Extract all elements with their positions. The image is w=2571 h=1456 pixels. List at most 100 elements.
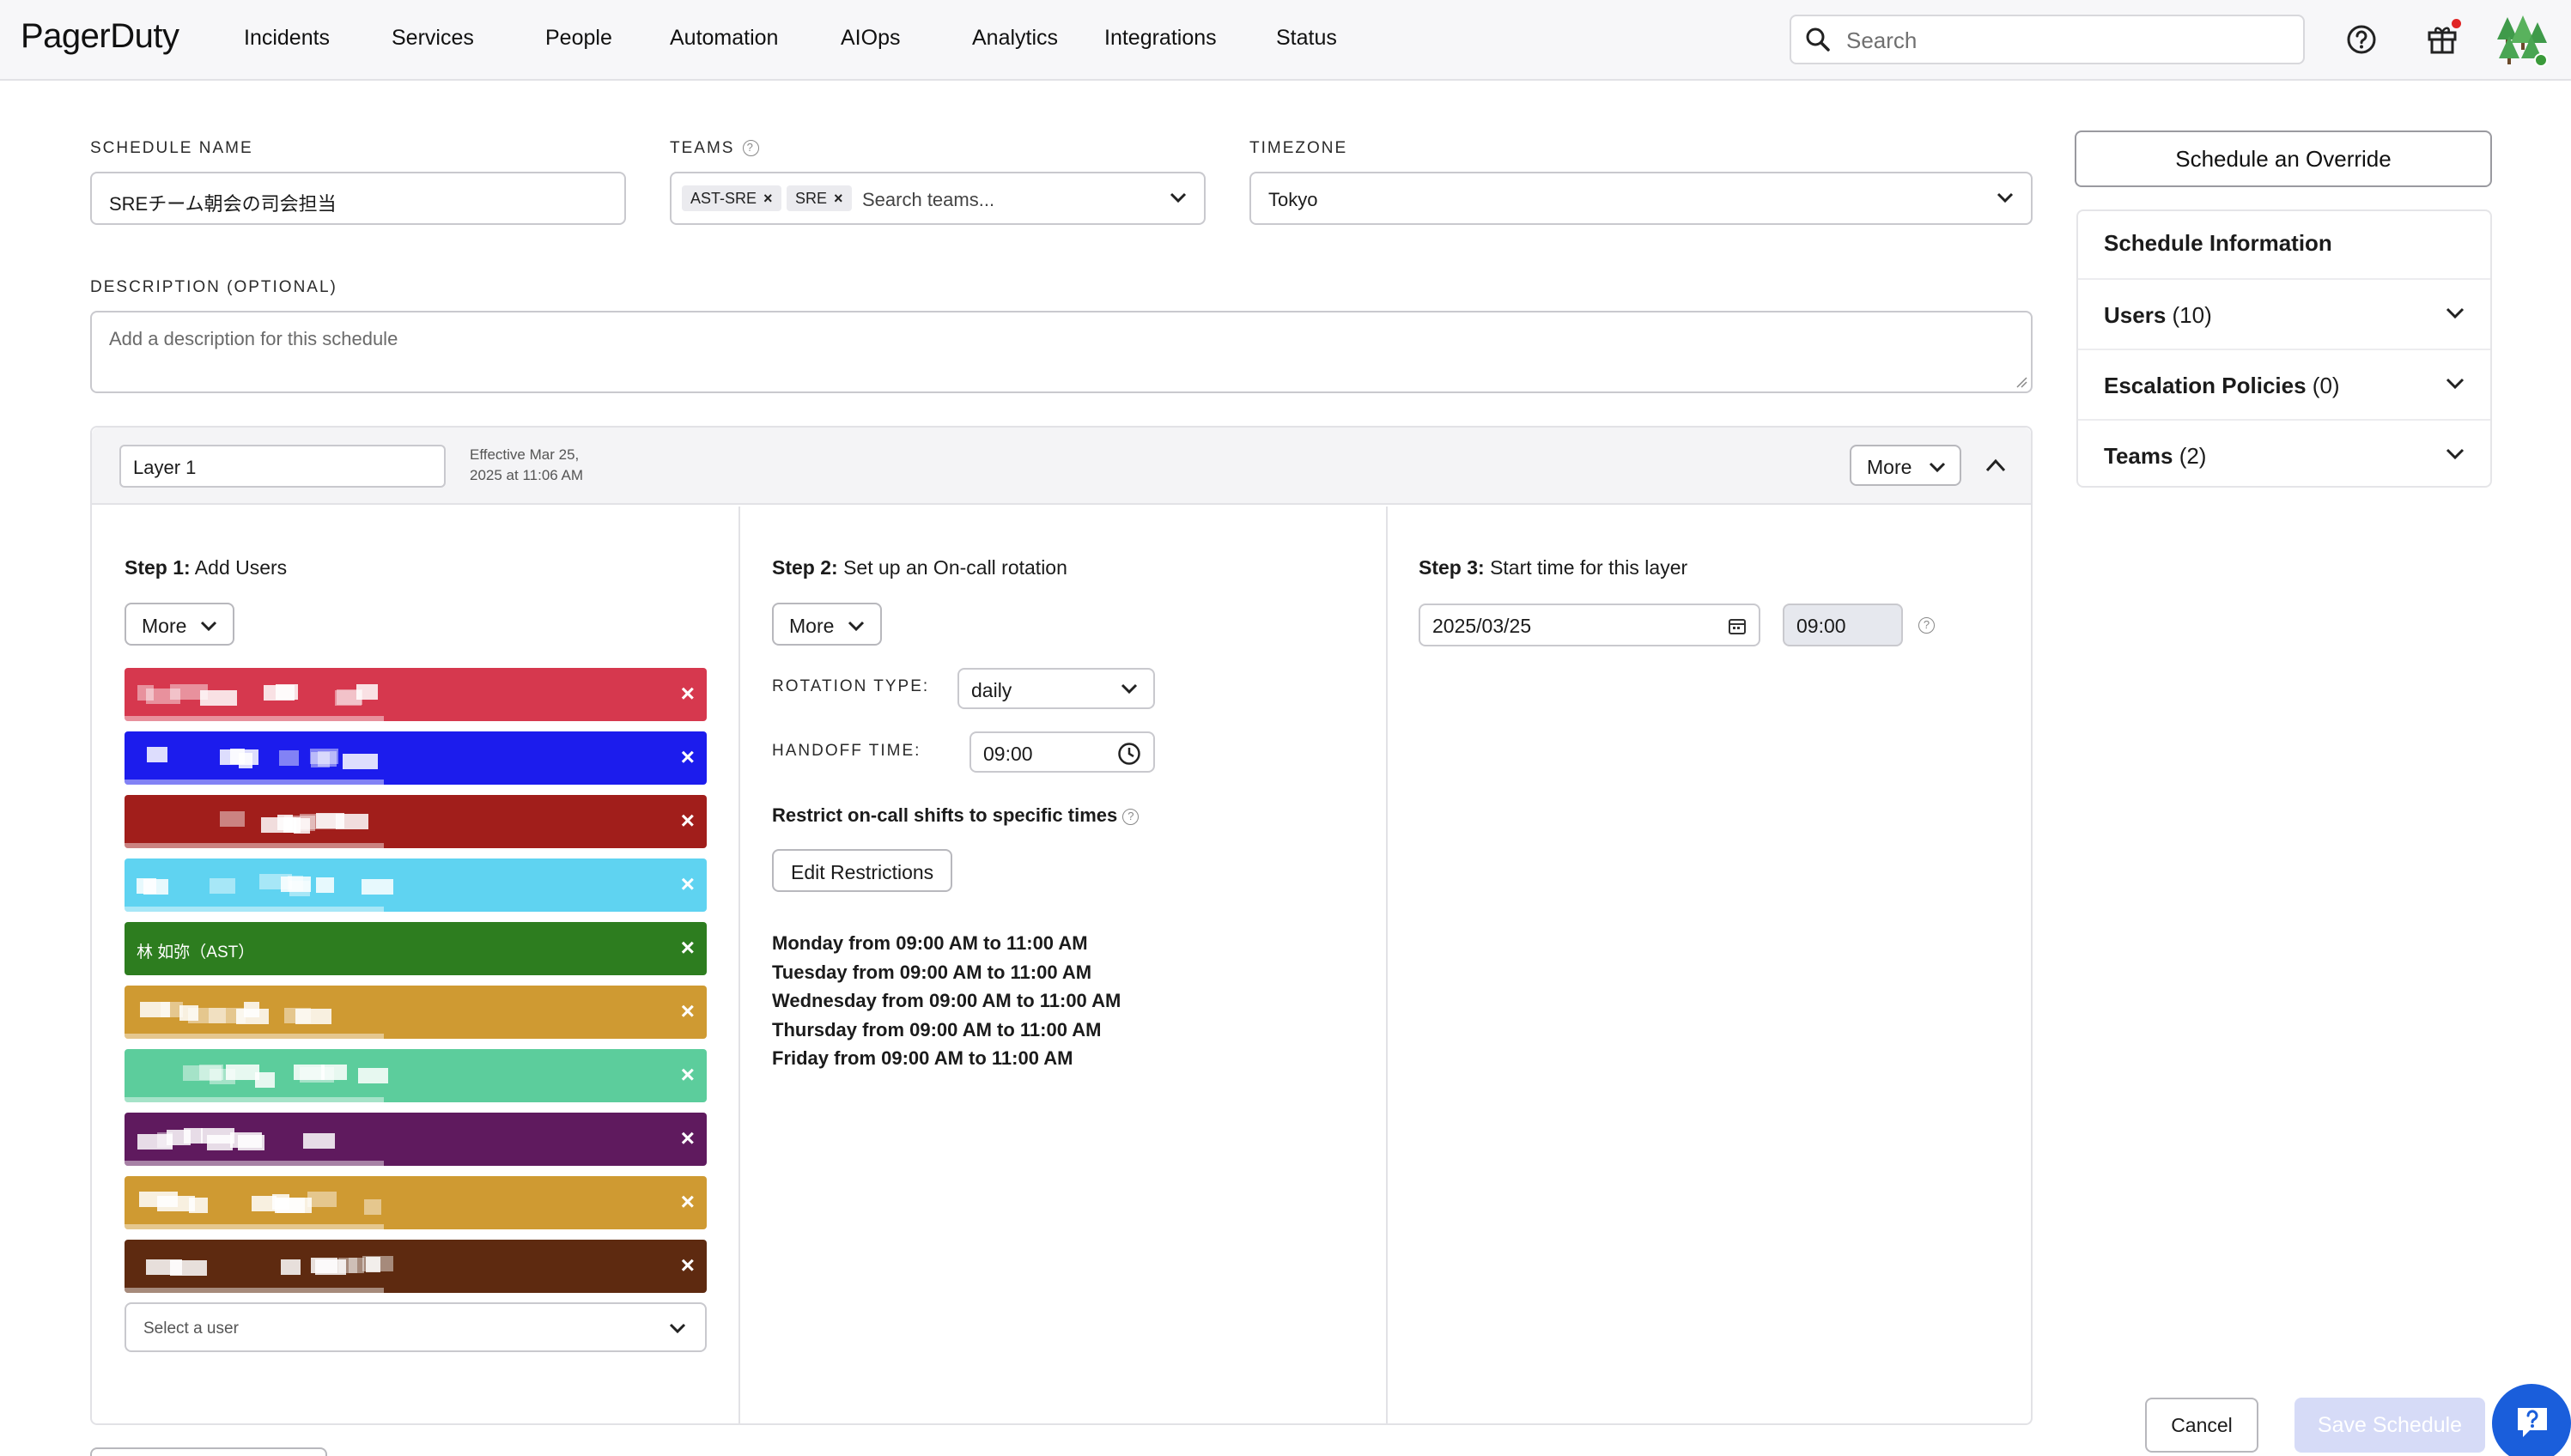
- search-box[interactable]: [1790, 15, 2305, 64]
- chat-help-button[interactable]: [2492, 1384, 2571, 1456]
- schedule-name-label: SCHEDULE NAME: [90, 139, 253, 157]
- chevron-down-icon: [1997, 192, 2014, 203]
- select-user-dropdown[interactable]: Select a user: [125, 1302, 707, 1352]
- nav-aiops[interactable]: AIOps: [841, 26, 900, 51]
- teams-help-icon[interactable]: ?: [742, 140, 759, 157]
- team-chip-label: AST-SRE: [690, 190, 757, 207]
- restriction-item: Thursday from 09:00 AM to 11:00 AM: [772, 1018, 1102, 1040]
- chevron-down-icon: [200, 621, 217, 632]
- notification-dot: [2452, 19, 2461, 28]
- timezone-select[interactable]: Tokyo: [1249, 172, 2033, 225]
- layer-more-button[interactable]: More: [1850, 445, 1961, 486]
- schedule-name-value: SREチーム朝会の司会担当: [109, 193, 337, 215]
- layer-header: Layer 1 Effective Mar 25, 2025 at 11:06 …: [92, 428, 2031, 505]
- step2-more-button[interactable]: More: [772, 603, 882, 646]
- user-bar[interactable]: ×: [125, 731, 707, 785]
- save-schedule-button[interactable]: Save Schedule: [2294, 1398, 2485, 1453]
- nav-people[interactable]: People: [545, 26, 612, 51]
- remove-user-icon[interactable]: ×: [681, 1061, 695, 1089]
- nav-incidents[interactable]: Incidents: [244, 26, 330, 51]
- resize-handle-icon[interactable]: [2015, 376, 2027, 388]
- escalation-policies-accordion[interactable]: Escalation Policies (0): [2078, 349, 2490, 419]
- schedule-information-title: Schedule Information: [2104, 230, 2332, 256]
- add-layer-button[interactable]: [90, 1447, 327, 1456]
- redacted-block: [125, 716, 384, 721]
- teams-multiselect[interactable]: AST-SRE × SRE × Search teams...: [670, 172, 1206, 225]
- redacted-block: [125, 1288, 384, 1293]
- user-bar[interactable]: ×: [125, 858, 707, 912]
- restrict-label: Restrict on-call shifts to specific time…: [772, 804, 1118, 826]
- restrict-help-icon[interactable]: ?: [1122, 808, 1140, 825]
- remove-user-icon[interactable]: ×: [681, 934, 695, 962]
- schedule-override-button[interactable]: Schedule an Override: [2075, 130, 2492, 187]
- user-bar[interactable]: ×: [125, 986, 707, 1039]
- redacted-block: [279, 750, 299, 766]
- nav-automation[interactable]: Automation: [670, 26, 778, 51]
- description-textarea[interactable]: Add a description for this schedule: [90, 311, 2033, 393]
- nav-analytics[interactable]: Analytics: [972, 26, 1058, 51]
- rotation-type-label: ROTATION TYPE:: [772, 677, 930, 695]
- handoff-time-input[interactable]: 09:00: [969, 731, 1155, 773]
- clock-icon[interactable]: [1117, 742, 1141, 766]
- search-input[interactable]: [1846, 25, 2284, 56]
- start-date-input[interactable]: 2025/03/25: [1419, 604, 1760, 646]
- redacted-block: [140, 1002, 170, 1017]
- step1-more-button[interactable]: More: [125, 603, 234, 646]
- user-bar[interactable]: ×: [125, 795, 707, 848]
- restriction-list: Monday from 09:00 AM to 11:00 AM Tuesday…: [772, 929, 1121, 1073]
- chevron-down-icon: [2446, 448, 2465, 460]
- redacted-block: [137, 685, 154, 701]
- redacted-block: [276, 684, 298, 700]
- column-divider: [1386, 507, 1388, 1425]
- remove-user-icon[interactable]: ×: [681, 680, 695, 707]
- collapse-chevron-up-icon[interactable]: [1985, 458, 2006, 472]
- redacted-block: [207, 1135, 233, 1150]
- rotation-type-select[interactable]: daily: [957, 668, 1155, 709]
- remove-user-icon[interactable]: ×: [681, 1188, 695, 1216]
- remove-user-icon[interactable]: ×: [681, 1125, 695, 1152]
- teams-search-input[interactable]: Search teams...: [862, 189, 994, 211]
- top-nav: PagerDuty Incidents Services People Auto…: [0, 0, 2571, 81]
- remove-user-icon[interactable]: ×: [681, 871, 695, 898]
- start-time-help-icon[interactable]: ?: [1918, 617, 1935, 634]
- step1-bold: Step 1:: [125, 556, 191, 579]
- avatar[interactable]: [2495, 14, 2549, 71]
- redacted-block: [272, 1194, 289, 1210]
- remove-chip-icon[interactable]: ×: [834, 190, 843, 207]
- user-bar[interactable]: ×: [125, 668, 707, 721]
- edit-restrictions-button[interactable]: Edit Restrictions: [772, 849, 952, 892]
- teams-row-count: (2): [2179, 443, 2207, 469]
- chevron-down-icon: [1170, 192, 1187, 203]
- teams-accordion[interactable]: Teams (2): [2078, 419, 2490, 489]
- remove-user-icon[interactable]: ×: [681, 743, 695, 771]
- team-chip-label: SRE: [795, 190, 828, 207]
- cancel-button[interactable]: Cancel: [2145, 1398, 2258, 1453]
- remove-user-icon[interactable]: ×: [681, 807, 695, 834]
- remove-user-icon[interactable]: ×: [681, 1252, 695, 1279]
- calendar-icon[interactable]: [1728, 616, 1747, 635]
- redacted-block: [167, 1130, 191, 1145]
- user-bar[interactable]: ×: [125, 1049, 707, 1102]
- user-bar[interactable]: ×: [125, 1113, 707, 1166]
- gift-icon[interactable]: [2427, 19, 2461, 59]
- start-time-input[interactable]: 09:00: [1783, 604, 1903, 646]
- pagerduty-logo[interactable]: PagerDuty: [21, 17, 179, 56]
- user-bar[interactable]: ×: [125, 1240, 707, 1293]
- nav-services[interactable]: Services: [392, 26, 474, 51]
- schedule-name-input[interactable]: SREチーム朝会の司会担当: [90, 172, 626, 225]
- redacted-block: [300, 814, 337, 829]
- chevron-down-icon: [1929, 462, 1946, 473]
- restriction-item: Monday from 09:00 AM to 11:00 AM: [772, 932, 1088, 954]
- nav-integrations[interactable]: Integrations: [1104, 26, 1217, 51]
- users-accordion[interactable]: Users (10): [2078, 278, 2490, 349]
- help-icon[interactable]: [2346, 24, 2377, 59]
- nav-status[interactable]: Status: [1276, 26, 1337, 51]
- remove-chip-icon[interactable]: ×: [763, 190, 773, 207]
- user-bar[interactable]: 林 如弥（AST） ×: [125, 922, 707, 975]
- redacted-block: [125, 907, 384, 912]
- redacted-block: [318, 751, 337, 767]
- layer-name-input[interactable]: Layer 1: [119, 445, 446, 488]
- user-bar[interactable]: ×: [125, 1176, 707, 1229]
- restrict-heading: Restrict on-call shifts to specific time…: [772, 804, 1140, 827]
- remove-user-icon[interactable]: ×: [681, 998, 695, 1025]
